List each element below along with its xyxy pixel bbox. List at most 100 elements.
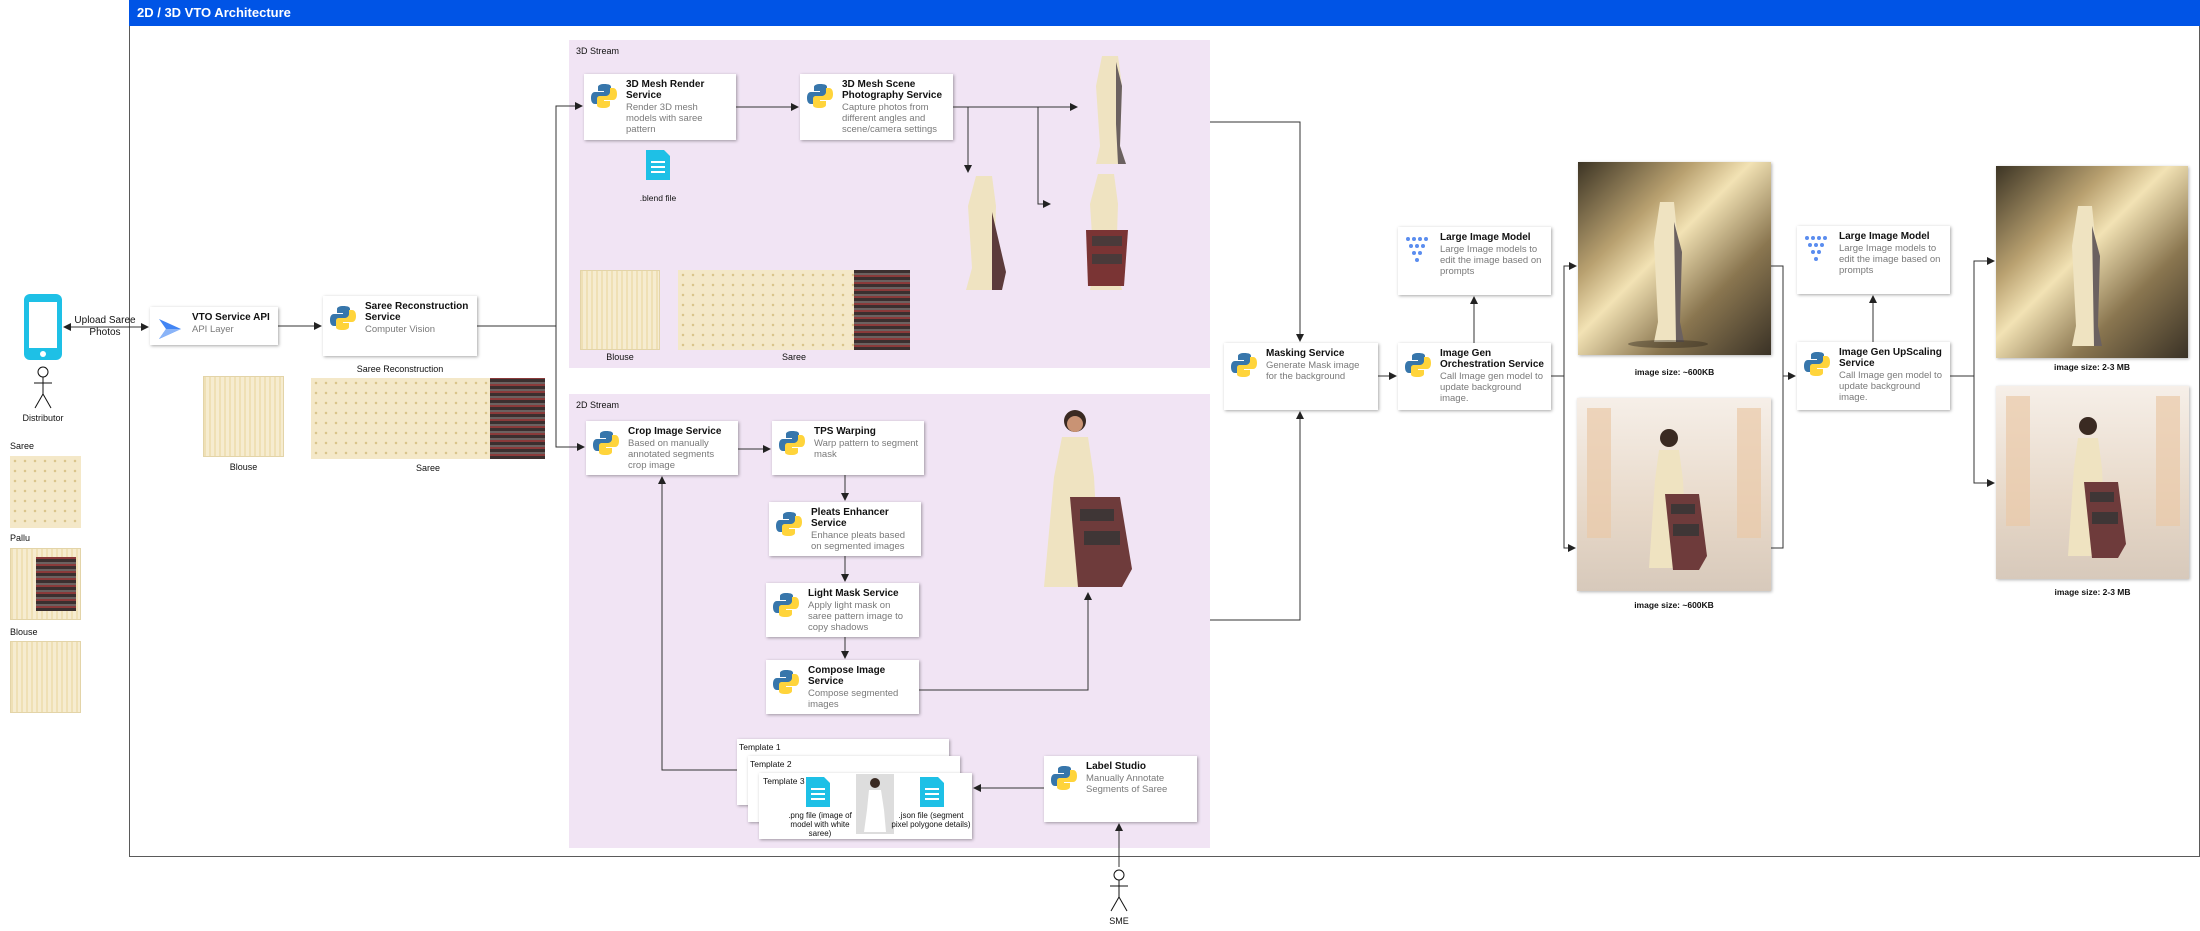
upscaled-size-label-bottom: image size: 2-3 MB bbox=[2054, 587, 2131, 597]
image-gen-orchestration-card[interactable]: Image Gen Orchestration Service Call Imag… bbox=[1398, 343, 1551, 410]
sme-label: SME bbox=[1109, 916, 1129, 926]
imggen-subtitle: Call Image gen model to update backgroun… bbox=[1440, 371, 1543, 404]
recon-saree-image bbox=[311, 378, 545, 459]
api-gateway-icon bbox=[156, 315, 184, 343]
large-image-model-card-1[interactable]: Large Image Model Large Image models to e… bbox=[1398, 227, 1551, 295]
png-file-icon bbox=[804, 775, 832, 809]
distributor-actor-icon bbox=[32, 366, 54, 412]
lim2-subtitle: Large Image models to edit the image bas… bbox=[1839, 243, 1941, 276]
compose-subtitle: Compose segmented images bbox=[808, 688, 899, 710]
light-mask-card[interactable]: Light Mask Service Apply light mask on sa… bbox=[766, 583, 919, 637]
masking-service-card[interactable]: Masking Service Generate Mask image for t… bbox=[1224, 343, 1378, 410]
saree-recon-subtitle: Computer Vision bbox=[365, 324, 436, 335]
lim1-subtitle: Large Image models to edit the image bas… bbox=[1440, 244, 1542, 277]
3d-render-image-right bbox=[1072, 170, 1140, 296]
vto-api-title: VTO Service API bbox=[192, 312, 270, 323]
python-icon bbox=[775, 510, 803, 538]
pleats-enhancer-card[interactable]: Pleats Enhancer Service Enhance pleats ba… bbox=[769, 502, 921, 556]
blend-file-label: .blend file bbox=[639, 193, 677, 203]
mesh-scene-card[interactable]: 3D Mesh Scene Photography Service Capture… bbox=[800, 74, 953, 140]
compose-title: Compose Image Service bbox=[808, 665, 886, 687]
mesh-scene-title: 3D Mesh Scene Photography Service bbox=[842, 79, 943, 101]
label-studio-card[interactable]: Label Studio Manually Annotate Segments o… bbox=[1044, 756, 1197, 822]
gen-size-label-bottom: image size: ~600KB bbox=[1634, 600, 1714, 610]
3d-blouse-image bbox=[580, 270, 660, 350]
generated-scene-image-2 bbox=[1577, 398, 1771, 591]
crop-title: Crop Image Service bbox=[628, 426, 722, 437]
template-3-label: Template 3 bbox=[763, 776, 805, 786]
upscaled-scene-image-2 bbox=[1996, 386, 2189, 579]
python-icon bbox=[329, 304, 357, 332]
stream-3d-label: 3D Stream bbox=[576, 46, 620, 56]
masking-title: Masking Service bbox=[1266, 348, 1345, 359]
python-icon bbox=[1404, 351, 1432, 379]
tps-warping-card[interactable]: TPS Warping Warp pattern to segment mask bbox=[772, 421, 924, 475]
python-icon bbox=[806, 82, 834, 110]
imggen-title: Image Gen Orchestration Service bbox=[1440, 348, 1544, 370]
python-icon bbox=[772, 668, 800, 696]
pleats-subtitle: Enhance pleats based on segmented images bbox=[811, 530, 906, 552]
3d-blouse-label: Blouse bbox=[606, 352, 634, 362]
left-pallu-label: Pallu bbox=[10, 533, 31, 543]
sme-actor-icon bbox=[1108, 869, 1130, 915]
tps-title: TPS Warping bbox=[814, 426, 876, 437]
light-mask-subtitle: Apply light mask on saree pattern image … bbox=[808, 600, 904, 633]
template-model-image bbox=[856, 774, 894, 834]
2d-composed-model-image bbox=[1030, 405, 1150, 595]
saree-recon-caption: Saree Reconstruction bbox=[356, 364, 444, 374]
python-icon bbox=[1803, 350, 1831, 378]
mesh-render-card[interactable]: 3D Mesh Render Service Render 3D mesh mod… bbox=[584, 74, 736, 140]
3d-render-image-front bbox=[1080, 52, 1140, 168]
blend-file-icon bbox=[644, 148, 672, 182]
png-file-label: .png file (image of model with white sar… bbox=[788, 811, 852, 838]
masking-subtitle: Generate Mask image for the background bbox=[1266, 360, 1360, 382]
3d-saree-image bbox=[678, 270, 910, 350]
blouse-swatch-image bbox=[10, 641, 81, 713]
crop-subtitle: Based on manually annotated segments cro… bbox=[628, 438, 715, 471]
distributor-label: Distributor bbox=[22, 413, 64, 423]
lim2-title: Large Image Model bbox=[1839, 231, 1930, 242]
crop-image-card[interactable]: Crop Image Service Based on manually anno… bbox=[586, 421, 738, 475]
left-saree-label: Saree bbox=[10, 441, 35, 451]
python-icon bbox=[592, 429, 620, 457]
mesh-render-title: 3D Mesh Render Service bbox=[626, 79, 705, 101]
lim1-title: Large Image Model bbox=[1440, 232, 1531, 243]
label-studio-title: Label Studio bbox=[1086, 761, 1146, 772]
vto-service-api-card[interactable]: VTO Service API API Layer bbox=[150, 307, 278, 345]
3d-saree-label: Saree bbox=[781, 352, 807, 362]
upscaled-scene-image-1 bbox=[1996, 166, 2188, 358]
upscale-title: Image Gen UpScaling Service bbox=[1839, 347, 1942, 369]
pleats-title: Pleats Enhancer Service bbox=[811, 507, 889, 529]
python-icon bbox=[1230, 351, 1258, 379]
label-studio-subtitle: Manually Annotate Segments of Saree bbox=[1086, 773, 1168, 795]
python-icon bbox=[1050, 764, 1078, 792]
stream-2d-label: 2D Stream bbox=[576, 400, 620, 410]
saree-reconstruction-card[interactable]: Saree Reconstruction Service Computer Vis… bbox=[323, 296, 477, 356]
saree-recon-title: Saree Reconstruction Service bbox=[365, 301, 469, 323]
large-image-model-card-2[interactable]: Large Image Model Large Image models to e… bbox=[1797, 226, 1950, 294]
python-icon bbox=[590, 82, 618, 110]
neural-model-icon bbox=[1803, 234, 1831, 262]
3d-render-image-left bbox=[952, 172, 1018, 294]
mesh-render-subtitle: Render 3D mesh models with saree pattern bbox=[626, 102, 703, 135]
recon-blouse-image bbox=[203, 376, 284, 457]
python-icon bbox=[772, 591, 800, 619]
upload-photos-label: Upload Saree Photos bbox=[74, 315, 136, 338]
python-icon bbox=[778, 429, 806, 457]
tps-subtitle: Warp pattern to segment mask bbox=[814, 438, 919, 460]
saree-swatch-image bbox=[10, 456, 81, 528]
compose-image-card[interactable]: Compose Image Service Compose segmented i… bbox=[766, 660, 919, 714]
recon-blouse-label: Blouse bbox=[229, 462, 258, 472]
template-1-label: Template 1 bbox=[739, 742, 781, 752]
upscaled-size-label-top: image size: 2-3 MB bbox=[2053, 362, 2131, 372]
gen-size-label-top: image size: ~600KB bbox=[1634, 367, 1715, 377]
recon-saree-label: Saree bbox=[415, 463, 441, 473]
vto-api-subtitle: API Layer bbox=[192, 324, 234, 335]
image-gen-upscaling-card[interactable]: Image Gen UpScaling Service Call Image ge… bbox=[1797, 342, 1950, 410]
diagram-title: 2D / 3D VTO Architecture bbox=[129, 0, 2200, 26]
light-mask-title: Light Mask Service bbox=[808, 588, 899, 599]
json-file-icon bbox=[918, 775, 946, 809]
json-file-label: .json file (segment pixel polygone detai… bbox=[891, 811, 971, 829]
template-2-label: Template 2 bbox=[750, 759, 792, 769]
pallu-swatch-image bbox=[10, 548, 81, 620]
